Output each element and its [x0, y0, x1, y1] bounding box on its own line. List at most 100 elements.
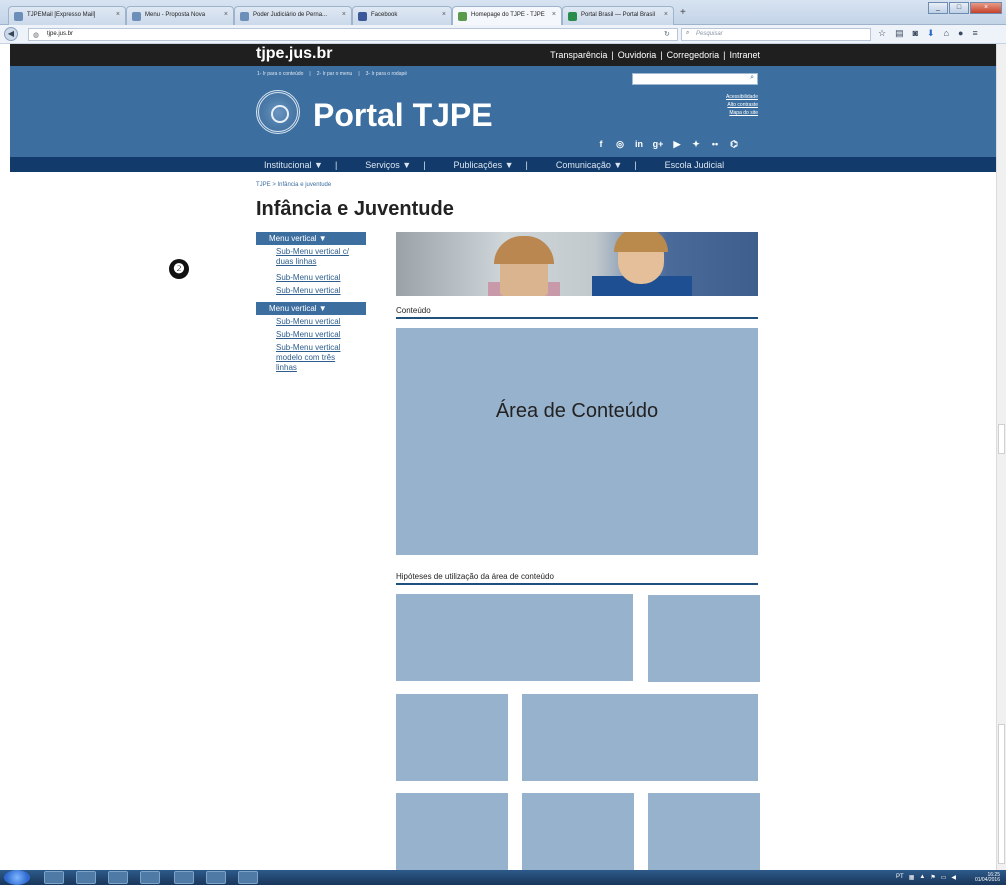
- explorer-taskbar-icon[interactable]: [76, 871, 96, 884]
- close-window-icon[interactable]: ×: [970, 2, 1002, 14]
- chat-icon[interactable]: ●: [958, 28, 963, 39]
- accessibility-link[interactable]: Acessibilidade: [706, 93, 758, 101]
- app-taskbar-icon[interactable]: [238, 871, 258, 884]
- browser-toolbar-icons: ☆ ▤ ◙ ⬇ ⌂ ● ≡: [878, 28, 978, 39]
- separator: |: [334, 159, 338, 170]
- linkedin-icon[interactable]: in: [632, 137, 646, 151]
- close-tab-icon[interactable]: ×: [664, 11, 668, 18]
- close-tab-icon[interactable]: ×: [342, 11, 346, 18]
- banner-figure: [494, 236, 554, 296]
- breadcrumb[interactable]: TJPE > Infância e juventude: [256, 182, 331, 188]
- mail-favicon-icon: [14, 12, 23, 21]
- separator: |: [423, 159, 426, 170]
- vertical-submenu-item[interactable]: Sub-Menu vertical c/ duas linhas: [256, 247, 351, 267]
- new-tab-icon[interactable]: +: [680, 7, 686, 18]
- home-icon[interactable]: ⌂: [944, 28, 949, 39]
- close-tab-icon[interactable]: ×: [442, 11, 446, 18]
- vertical-menu-header[interactable]: Menu vertical ▼: [256, 232, 366, 245]
- top-link-transparencia[interactable]: Transparência: [550, 50, 607, 60]
- pocket-icon[interactable]: ◙: [913, 28, 918, 39]
- hypotheses-heading: Hipóteses de utilização da área de conte…: [396, 572, 758, 585]
- twitter-icon[interactable]: ✦: [689, 137, 703, 151]
- menu-comunicacao[interactable]: Comunicação ▼: [556, 160, 634, 170]
- minimize-icon[interactable]: _: [928, 2, 948, 14]
- rss-icon[interactable]: ⌬: [727, 137, 741, 151]
- site-map-link[interactable]: Mapa do site: [706, 109, 758, 117]
- system-tray: PT ▦ ▲ ⚑ ▭ ◀: [896, 874, 956, 881]
- close-tab-icon[interactable]: ×: [116, 11, 120, 18]
- tjpe-seal-logo[interactable]: [256, 90, 300, 134]
- media-player-taskbar-icon[interactable]: [108, 871, 128, 884]
- youtube-icon[interactable]: ▶: [670, 137, 684, 151]
- clock[interactable]: 16:25 01/04/2016: [975, 873, 1000, 883]
- search-icon[interactable]: ⌕: [750, 74, 754, 82]
- maximize-icon[interactable]: □: [949, 2, 969, 14]
- top-link-ouvidoria[interactable]: Ouvidoria: [618, 50, 657, 60]
- reading-list-icon[interactable]: ▤: [895, 28, 904, 39]
- menu-institucional[interactable]: Institucional ▼: [264, 160, 335, 170]
- site-name[interactable]: tjpe.jus.br: [256, 45, 332, 63]
- download-icon[interactable]: ⬇: [927, 28, 935, 39]
- firefox-taskbar-icon[interactable]: [206, 871, 226, 884]
- volume-icon[interactable]: ◀: [951, 874, 956, 881]
- back-arrow-icon[interactable]: ◀: [4, 27, 18, 41]
- browser-tab[interactable]: Facebook ×: [352, 6, 452, 25]
- tray-expand-icon[interactable]: ▲: [919, 874, 925, 881]
- googleplus-icon[interactable]: g+: [651, 137, 665, 151]
- site-search-input[interactable]: ⌕: [632, 73, 758, 85]
- layout-block: [648, 793, 760, 870]
- vertical-submenu-item[interactable]: Sub-Menu vertical: [256, 273, 366, 283]
- flickr-icon[interactable]: ••: [708, 137, 722, 151]
- menu-escola-judicial[interactable]: Escola Judicial: [665, 160, 737, 170]
- page-scrollbar[interactable]: [996, 44, 1006, 870]
- bookmark-star-icon[interactable]: ☆: [878, 28, 886, 39]
- search-icon: ⌕: [686, 30, 690, 36]
- high-contrast-link[interactable]: Alto contraste: [706, 101, 758, 109]
- layout-block: [396, 594, 633, 681]
- top-link-intranet[interactable]: Intranet: [729, 50, 760, 60]
- flag-icon[interactable]: ⚑: [930, 874, 935, 881]
- address-bar[interactable]: ◍ tjpe.jus.br: [28, 28, 678, 41]
- separator: |: [723, 50, 726, 60]
- social-icons: f ◎ in g+ ▶ ✦ •• ⌬: [594, 137, 741, 151]
- menu-servicos[interactable]: Serviços ▼: [365, 160, 423, 170]
- close-tab-icon[interactable]: ×: [552, 11, 556, 18]
- keyboard-icon[interactable]: ▦: [909, 874, 915, 881]
- vertical-submenu-item[interactable]: Sub-Menu vertical: [256, 286, 366, 296]
- layout-block: [522, 793, 634, 870]
- vertical-submenu-item[interactable]: Sub-Menu vertical: [256, 330, 366, 340]
- top-link-corregedoria[interactable]: Corregedoria: [667, 50, 720, 60]
- close-tab-icon[interactable]: ×: [224, 11, 228, 18]
- facebook-favicon-icon: [358, 12, 367, 21]
- menu-icon[interactable]: ≡: [972, 28, 977, 39]
- ie-taskbar-icon[interactable]: [44, 871, 64, 884]
- portal-title[interactable]: Portal TJPE: [313, 97, 493, 134]
- browser-search-input[interactable]: ⌕ Pesquisar: [681, 28, 871, 41]
- scrollbar-thumb[interactable]: [998, 724, 1005, 864]
- reload-icon[interactable]: ↻: [664, 30, 670, 38]
- browser-tab[interactable]: Menu - Proposta Nova ×: [126, 6, 234, 25]
- browser-tab[interactable]: Poder Judiciário de Perna... ×: [234, 6, 352, 25]
- browser-tab-active[interactable]: Homepage do TJPE - TJPE ×: [452, 6, 562, 25]
- vertical-menu-header[interactable]: Menu vertical ▼: [256, 302, 366, 315]
- language-indicator[interactable]: PT: [896, 874, 904, 881]
- page-favicon-icon: [240, 12, 249, 21]
- main-menu-items: Institucional ▼ | Serviços ▼ | Publicações…: [264, 157, 736, 172]
- instagram-icon[interactable]: ◎: [613, 137, 627, 151]
- brasil-favicon-icon: [568, 12, 577, 21]
- network-icon[interactable]: ▭: [941, 874, 947, 881]
- browser-tab[interactable]: TJPEMail [Expresso Mail] ×: [8, 6, 126, 25]
- skip-to-content-link[interactable]: 1- Ir para o conteúdo: [257, 71, 303, 77]
- vertical-submenu-item[interactable]: Sub-Menu vertical: [256, 317, 366, 327]
- page-favicon-icon: [132, 12, 141, 21]
- facebook-icon[interactable]: f: [594, 137, 608, 151]
- vertical-submenu-item[interactable]: Sub-Menu vertical modelo com três linhas: [256, 343, 351, 373]
- skip-to-footer-link[interactable]: 3- Ir para o rodapé: [366, 71, 407, 77]
- photoshop-taskbar-icon[interactable]: [140, 871, 160, 884]
- folder-taskbar-icon[interactable]: [174, 871, 194, 884]
- scrollbar-thumb[interactable]: [998, 424, 1005, 454]
- menu-publicacoes[interactable]: Publicações ▼: [454, 160, 526, 170]
- browser-tab[interactable]: Portal Brasil — Portal Brasil ×: [562, 6, 674, 25]
- skip-to-menu-link[interactable]: 2- Ir par o menu: [317, 71, 353, 77]
- start-button-icon[interactable]: [4, 870, 30, 885]
